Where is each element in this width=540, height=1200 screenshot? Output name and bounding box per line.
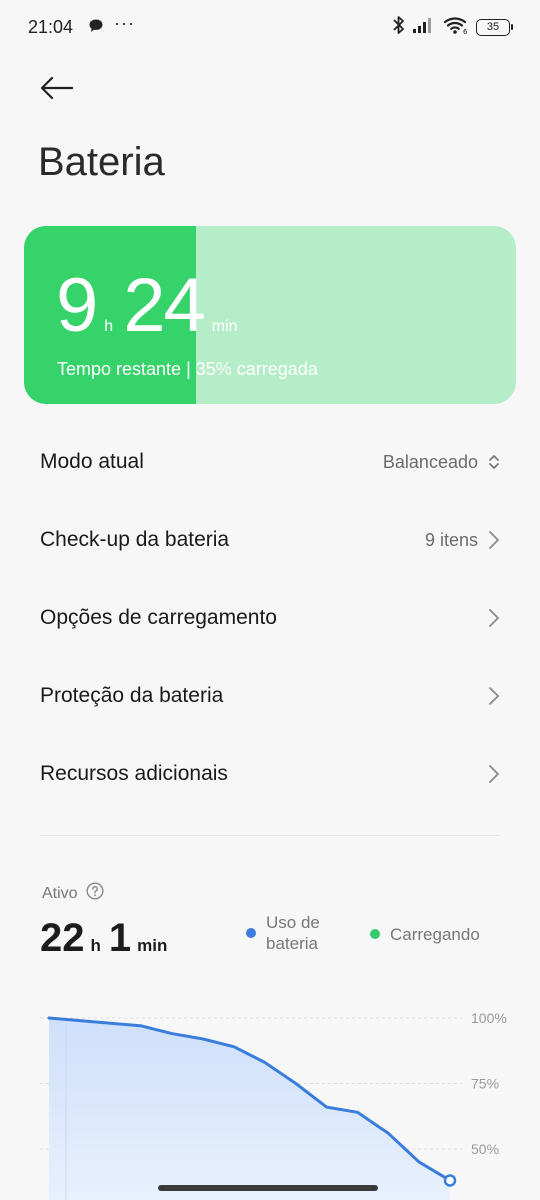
current-level-marker	[443, 1174, 457, 1187]
y-tick-label: 100%	[471, 1010, 507, 1026]
chevron-right-icon	[489, 765, 499, 783]
bluetooth-icon	[393, 15, 405, 40]
setting-label: Proteção da bateria	[40, 684, 224, 707]
legend-label: Carregando	[390, 925, 480, 944]
setting-value: Balanceado	[382, 451, 478, 472]
svg-text:6: 6	[463, 28, 468, 35]
battery-status-icon: 35	[476, 19, 513, 36]
active-hours-unit: h	[90, 936, 101, 955]
setting-battery-checkup[interactable]: Check-up da bateria 9 itens	[0, 501, 540, 579]
active-minutes: 1	[108, 916, 132, 960]
active-label: Ativo	[42, 884, 78, 902]
remaining-minutes: 24	[123, 263, 206, 348]
setting-additional-features[interactable]: Recursos adicionais	[0, 735, 540, 813]
legend-battery-usage: Uso de bateria	[246, 912, 320, 954]
wifi-icon: 6	[443, 15, 469, 40]
y-tick-label: 75%	[471, 1076, 499, 1092]
minutes-unit: min	[211, 318, 238, 335]
y-tick-label: 50%	[471, 1141, 499, 1157]
setting-current-mode[interactable]: Modo atual Balanceado	[0, 423, 540, 501]
setting-label: Check-up da bateria	[40, 528, 230, 551]
chevron-right-icon	[489, 687, 499, 705]
status-icons: 6 35	[393, 15, 513, 40]
setting-charging-options[interactable]: Opções de carregamento	[0, 579, 540, 657]
chevron-right-icon	[489, 609, 499, 627]
battery-usage-chart: 100% 75% 50%	[40, 1010, 507, 1200]
legend-charging: Carregando	[370, 924, 480, 945]
signal-icon	[412, 16, 436, 39]
page-title: Bateria	[38, 140, 165, 184]
active-time: 22 h 1 min	[40, 916, 175, 961]
active-hours: 22	[40, 916, 85, 960]
remaining-hours: 9	[56, 263, 98, 348]
hours-unit: h	[104, 318, 114, 335]
updown-chevron-icon	[489, 455, 499, 469]
setting-label: Opções de carregamento	[40, 606, 277, 629]
arrow-left-icon	[40, 76, 73, 100]
help-icon[interactable]	[86, 882, 104, 905]
chevron-right-icon	[489, 531, 499, 549]
battery-usage-area	[49, 1018, 450, 1200]
status-bar: 21:04 ··· 6 35	[0, 0, 540, 56]
battery-settings-list: Modo atual Balanceado Check-up da bateri…	[0, 423, 540, 813]
battery-remaining-time: 9 h 24 min	[56, 268, 248, 344]
setting-label: Modo atual	[40, 450, 144, 473]
setting-label: Recursos adicionais	[40, 762, 228, 785]
setting-battery-protection[interactable]: Proteção da bateria	[0, 657, 540, 735]
battery-remaining-card: 9 h 24 min Tempo restante | 35% carregad…	[24, 226, 516, 404]
back-button[interactable]	[36, 72, 76, 104]
chat-bubble-icon	[88, 18, 104, 39]
legend-dot	[370, 929, 380, 939]
home-indicator[interactable]	[158, 1185, 378, 1191]
active-label-row: Ativo	[42, 882, 104, 905]
setting-value: 9 itens	[424, 529, 478, 550]
status-time: 21:04	[28, 17, 74, 37]
legend-label: Uso de bateria	[266, 913, 320, 953]
active-minutes-unit: min	[137, 936, 168, 955]
more-notifications-icon: ···	[114, 13, 135, 33]
section-divider	[40, 835, 500, 836]
legend-dot	[246, 928, 256, 938]
battery-remaining-subtitle: Tempo restante | 35% carregada	[57, 359, 318, 379]
